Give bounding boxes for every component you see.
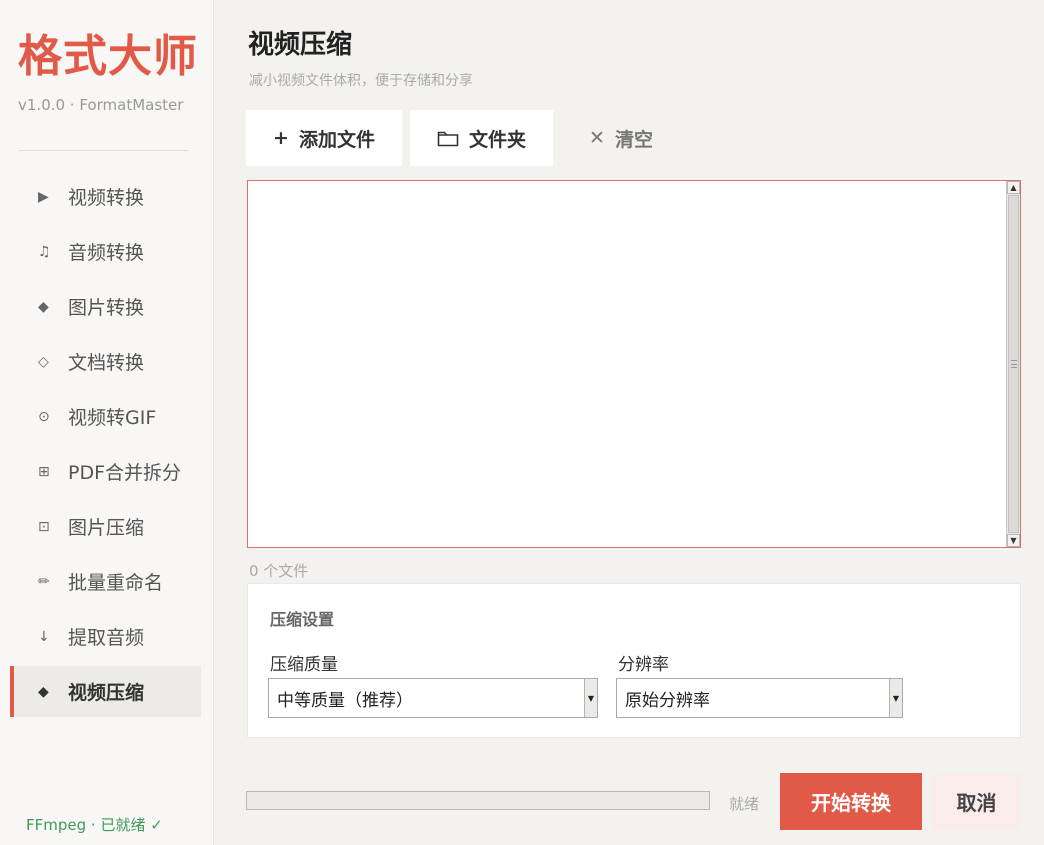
sidebar-item-audio-convert[interactable]: ♫ 音频转换 [10, 226, 201, 277]
settings-title: 压缩设置 [270, 610, 335, 629]
resolution-select[interactable]: 原始分辨率 ▼ [616, 678, 903, 718]
pencil-icon: ✏ [38, 573, 50, 590]
app-version: v1.0.0 · FormatMaster [18, 96, 184, 114]
sidebar-item-document-convert[interactable]: ◇ 文档转换 [10, 336, 201, 387]
dropdown-arrow-icon: ▼ [584, 679, 597, 717]
sidebar-item-label: 提取音频 [68, 627, 145, 649]
arrow-down-icon: ↓ [38, 628, 50, 645]
app-logo: 格式大师 [18, 31, 198, 82]
sidebar: 格式大师 v1.0.0 · FormatMaster ▶ 视频转换 ♫ 音频转换… [0, 0, 214, 845]
sidebar-item-image-compress[interactable]: ⊡ 图片压缩 [10, 501, 201, 552]
file-list-scrollbar[interactable]: ▲ ▼ [1006, 181, 1020, 547]
sidebar-item-label: 图片转换 [68, 297, 145, 319]
sidebar-item-batch-rename[interactable]: ✏ 批量重命名 [10, 556, 201, 607]
status-text: 就绪 [729, 795, 760, 813]
sidebar-item-video-to-gif[interactable]: ⊙ 视频转GIF [10, 391, 201, 442]
sidebar-item-label: 视频转GIF [68, 407, 157, 429]
scroll-up-arrow-icon[interactable]: ▲ [1007, 181, 1020, 194]
close-icon: ✕ [589, 127, 605, 149]
add-files-label: 添加文件 [298, 128, 375, 151]
sidebar-item-video-compress[interactable]: ◆ 视频压缩 [10, 666, 201, 717]
plus-icon: + [273, 127, 289, 149]
resolution-select-value: 原始分辨率 [625, 690, 710, 711]
music-note-icon: ♫ [38, 243, 51, 260]
scroll-down-arrow-icon[interactable]: ▼ [1007, 534, 1020, 547]
dropdown-arrow-icon: ▼ [889, 679, 902, 717]
folder-icon [437, 129, 459, 147]
diamond-icon: ◆ [38, 298, 49, 315]
add-files-button[interactable]: + 添加文件 [246, 110, 402, 166]
sidebar-item-label: 视频转换 [68, 187, 145, 209]
diamond-outline-icon: ◇ [38, 353, 49, 370]
sidebar-item-pdf-merge-split[interactable]: ⊞ PDF合并拆分 [10, 446, 201, 497]
sidebar-item-label: 视频压缩 [68, 682, 145, 704]
page-subtitle: 减小视频文件体积，便于存储和分享 [249, 73, 473, 89]
add-folder-button[interactable]: 文件夹 [410, 110, 553, 166]
grip-icon [1011, 360, 1017, 368]
start-convert-button[interactable]: 开始转换 [780, 773, 922, 830]
cancel-button[interactable]: 取消 [932, 773, 1021, 830]
sidebar-item-label: 音频转换 [68, 242, 145, 264]
sidebar-divider [19, 150, 188, 151]
quality-label: 压缩质量 [270, 655, 338, 675]
ffmpeg-status: FFmpeg · 已就绪 ✓ [26, 816, 163, 834]
sidebar-item-video-convert[interactable]: ▶ 视频转换 [10, 171, 201, 222]
play-icon: ▶ [38, 188, 49, 205]
add-folder-label: 文件夹 [468, 128, 526, 151]
file-count: 0 个文件 [249, 562, 309, 580]
sidebar-item-label: PDF合并拆分 [68, 462, 182, 484]
compress-settings-panel: 压缩设置 压缩质量 中等质量（推荐） ▼ 分辨率 原始分辨率 ▼ [247, 583, 1021, 738]
diamond-icon: ◆ [38, 683, 49, 700]
sidebar-item-label: 批量重命名 [68, 572, 164, 594]
clear-label: 清空 [614, 128, 653, 151]
quality-select-value: 中等质量（推荐） [277, 690, 413, 711]
clear-button[interactable]: ✕ 清空 [580, 110, 662, 166]
circle-dot-icon: ⊙ [38, 408, 50, 425]
progress-bar [246, 791, 710, 810]
sidebar-item-image-convert[interactable]: ◆ 图片转换 [10, 281, 201, 332]
page-title: 视频压缩 [248, 30, 353, 60]
resolution-label: 分辨率 [618, 655, 669, 675]
square-dot-icon: ⊡ [38, 518, 50, 535]
sidebar-item-label: 图片压缩 [68, 517, 145, 539]
grid-icon: ⊞ [38, 463, 50, 480]
sidebar-item-label: 文档转换 [68, 352, 145, 374]
sidebar-item-extract-audio[interactable]: ↓ 提取音频 [10, 611, 201, 662]
file-list[interactable]: ▲ ▼ [247, 180, 1021, 548]
quality-select[interactable]: 中等质量（推荐） ▼ [268, 678, 598, 718]
scroll-thumb[interactable] [1008, 195, 1019, 533]
